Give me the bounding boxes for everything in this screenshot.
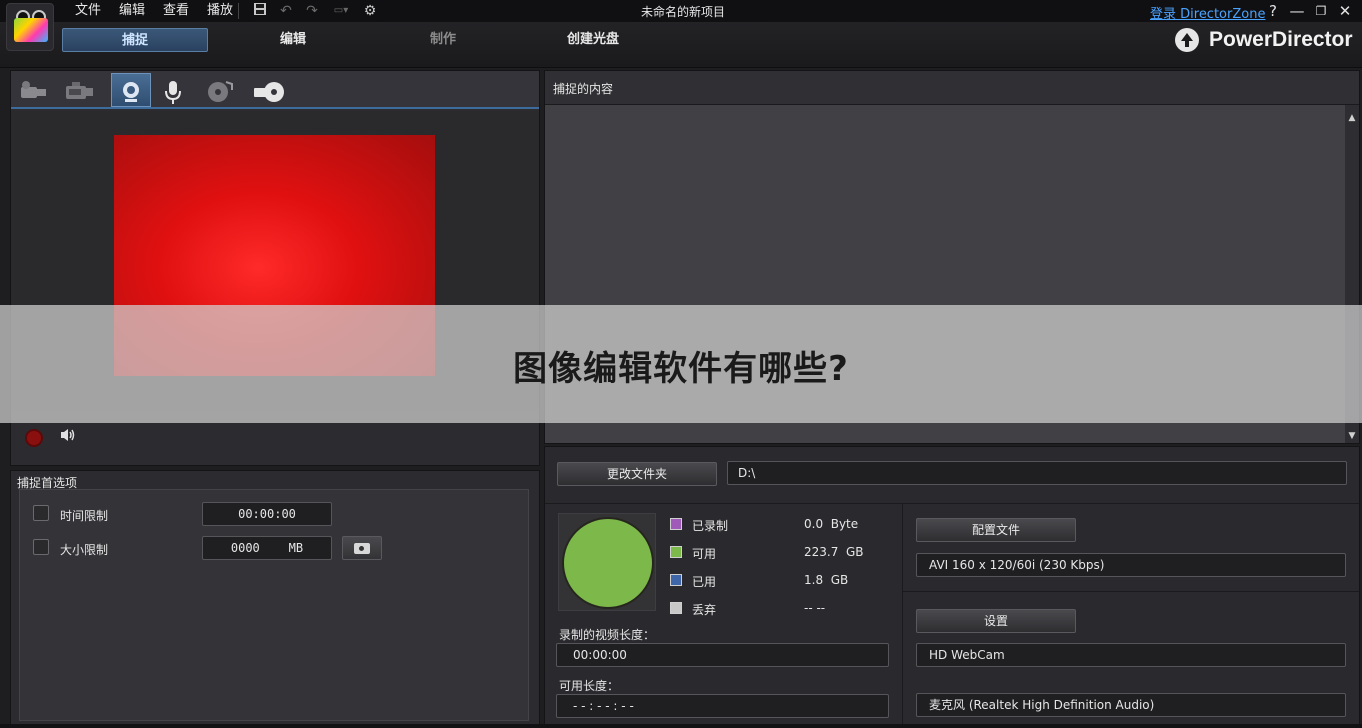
brand-name: PowerDirector xyxy=(1209,28,1353,51)
tab-produce[interactable]: 制作 xyxy=(370,28,516,52)
overlay-title: 图像编辑软件有哪些? xyxy=(513,349,849,389)
captured-content-title: 捕捉的内容 xyxy=(553,82,614,96)
capture-folder-path[interactable]: D:\ xyxy=(727,461,1347,485)
size-limit-input[interactable]: 0000 MB xyxy=(202,536,332,560)
recorded-legend-label: 已录制 xyxy=(692,519,729,533)
disk-usage-pie xyxy=(562,517,654,609)
menu-view[interactable]: 查看 xyxy=(154,2,198,20)
quick-toolbar: ↶ ↷ ▭▾ ⚙ xyxy=(238,1,385,21)
menu-play[interactable]: 播放 xyxy=(198,2,242,20)
capture-device-tabs xyxy=(11,71,539,109)
menu-file[interactable]: 文件 xyxy=(66,2,110,20)
tab-capture[interactable]: 捕捉 xyxy=(62,28,208,52)
discarded-legend-label: 丢弃 xyxy=(692,603,717,617)
discarded-legend-swatch xyxy=(670,602,682,614)
microphone-icon xyxy=(162,80,188,104)
time-limit-input[interactable]: 00:00:00 xyxy=(202,502,332,526)
webcam-icon xyxy=(118,80,144,102)
cd-audio-icon xyxy=(206,80,233,102)
minimize-button[interactable]: — xyxy=(1288,2,1306,20)
scroll-up-icon[interactable]: ▲ xyxy=(1347,113,1357,123)
audio-device-value[interactable]: 麦克风 (Realtek High Definition Audio) xyxy=(916,693,1346,717)
aspect-ratio-icon[interactable]: ▭▾ xyxy=(327,2,355,20)
tab-dv-camcorder[interactable] xyxy=(13,73,53,107)
tab-edit[interactable]: 编辑 xyxy=(220,28,366,52)
change-folder-button[interactable]: 更改文件夹 xyxy=(557,462,717,486)
help-button[interactable]: ? xyxy=(1264,2,1282,20)
disk-usage-chart xyxy=(558,513,656,611)
available-length-value: - - : - - : - - xyxy=(556,694,889,718)
record-button[interactable] xyxy=(25,429,43,447)
settings-button[interactable]: 设置 xyxy=(916,609,1076,633)
title-bar: 文件 编辑 查看 播放 ↶ ↷ ▭▾ ⚙ 未命名的新项目 登录 Director… xyxy=(0,0,1362,22)
used-legend-value: 1.8 GB xyxy=(804,573,849,587)
camcorder-icon xyxy=(20,80,46,100)
divider xyxy=(545,503,1359,504)
recorded-length-value: 00:00:00 xyxy=(556,643,889,667)
used-legend-label: 已用 xyxy=(692,575,717,589)
capture-settings-panel: 更改文件夹 D:\ 已录制 0.0 Byte 可用 223.7 GB 已用 1.… xyxy=(544,446,1360,726)
profile-value[interactable]: AVI 160 x 120/60i (230 Kbps) xyxy=(916,553,1346,577)
size-limit-label: 大小限制 xyxy=(60,543,109,557)
status-strip xyxy=(0,724,1362,728)
upload-icon[interactable] xyxy=(1175,28,1199,52)
recorded-legend-value: 0.0 Byte xyxy=(804,517,859,531)
available-legend-swatch xyxy=(670,546,682,558)
dvd-icon xyxy=(252,80,284,102)
redo-icon[interactable]: ↷ xyxy=(301,2,323,20)
capture-options-panel: 捕捉首选项 时间限制 00:00:00 大小限制 0000 MB xyxy=(10,470,540,726)
tab-hdv-camcorder[interactable] xyxy=(57,73,97,107)
toolbar-divider xyxy=(238,3,239,19)
camera-icon xyxy=(354,542,370,554)
recorded-legend-swatch xyxy=(670,518,682,530)
recorded-length-label: 录制的视频长度： xyxy=(559,628,656,642)
size-limit-checkbox[interactable] xyxy=(33,539,49,555)
overlay-banner: 图像编辑软件有哪些? xyxy=(0,305,1362,423)
snapshot-button[interactable] xyxy=(342,536,382,560)
close-button[interactable]: ✕ xyxy=(1336,2,1354,20)
tab-cd-audio[interactable] xyxy=(199,73,239,107)
tab-create-disc[interactable]: 创建光盘 xyxy=(520,28,666,52)
volume-icon[interactable] xyxy=(59,427,81,447)
available-length-label: 可用长度： xyxy=(559,679,620,693)
camera-body-icon xyxy=(14,18,48,42)
gear-icon[interactable]: ⚙ xyxy=(359,2,381,20)
undo-icon[interactable]: ↶ xyxy=(275,2,297,20)
discarded-legend-value: -- -- xyxy=(804,601,826,615)
tab-dvd[interactable] xyxy=(245,73,285,107)
menu-edit[interactable]: 编辑 xyxy=(110,2,154,20)
mode-bar: 捕捉 编辑 制作 创建光盘 PowerDirector xyxy=(0,22,1362,68)
video-device-value[interactable]: HD WebCam xyxy=(916,643,1346,667)
scroll-down-icon[interactable]: ▼ xyxy=(1347,431,1357,441)
profile-button[interactable]: 配置文件 xyxy=(916,518,1076,542)
window-title: 未命名的新项目 xyxy=(640,5,725,19)
divider xyxy=(903,591,1359,592)
available-legend-value: 223.7 GB xyxy=(804,545,864,559)
divider xyxy=(902,504,903,726)
app-logo xyxy=(6,3,54,51)
preview-controls xyxy=(11,421,539,465)
brand-logo: PowerDirector xyxy=(1175,28,1353,52)
save-icon[interactable] xyxy=(249,2,271,20)
available-legend-label: 可用 xyxy=(692,547,717,561)
tab-microphone[interactable] xyxy=(155,73,195,107)
tab-webcam[interactable] xyxy=(111,73,151,107)
captured-content-header: 捕捉的内容 xyxy=(545,71,1359,105)
hdv-camera-icon xyxy=(64,80,93,100)
menu-bar: 文件 编辑 查看 播放 xyxy=(66,2,242,20)
used-legend-swatch xyxy=(670,574,682,586)
restore-button[interactable]: ❐ xyxy=(1312,2,1330,20)
time-limit-label: 时间限制 xyxy=(60,509,109,523)
directorzone-login-link[interactable]: 登录 DirectorZone xyxy=(1150,3,1265,22)
capture-options-box: 时间限制 00:00:00 大小限制 0000 MB xyxy=(19,489,529,721)
time-limit-checkbox[interactable] xyxy=(33,505,49,521)
